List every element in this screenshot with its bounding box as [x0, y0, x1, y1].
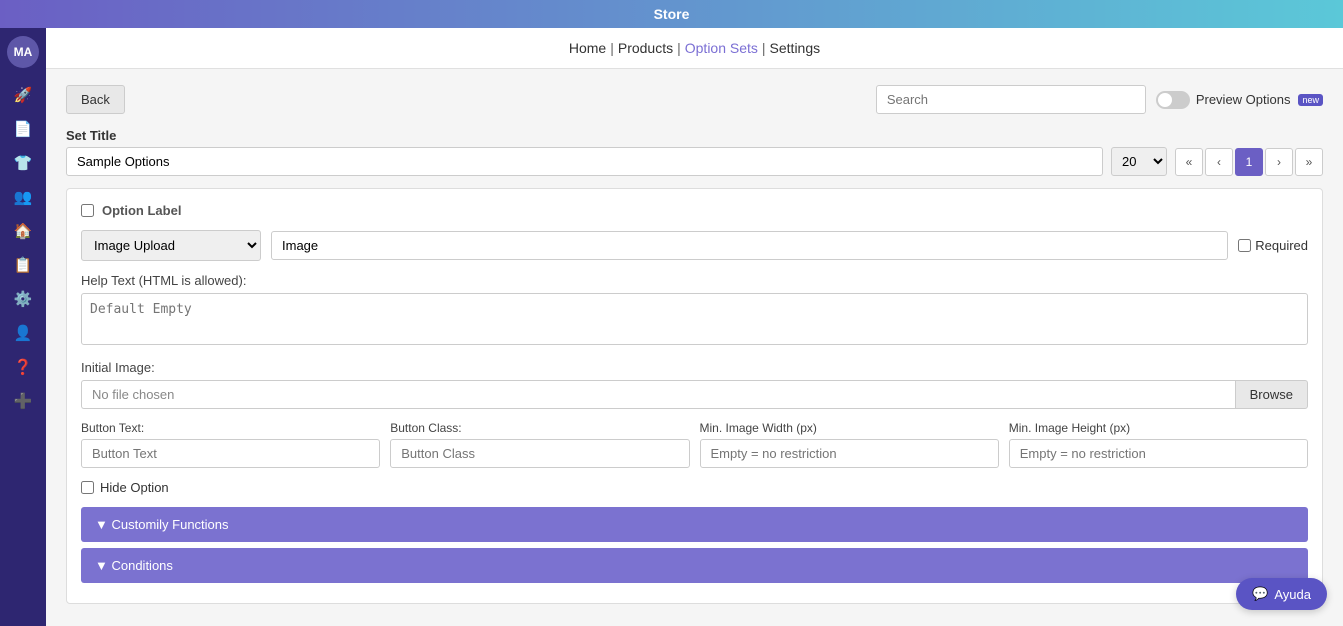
nav-sep-2: | [677, 40, 681, 56]
pagination-last[interactable]: » [1295, 148, 1323, 176]
set-title-row: Set Title 20 50 100 « ‹ 1 › » [66, 128, 1323, 176]
ayuda-label: Ayuda [1274, 587, 1311, 602]
conditions-label: ▼ Conditions [95, 558, 173, 573]
required-label: Required [1255, 238, 1308, 253]
min-height-input[interactable] [1009, 439, 1308, 468]
min-width-label: Min. Image Width (px) [700, 421, 999, 435]
option-type-select[interactable]: Image Upload Text Select [81, 230, 261, 261]
help-text-label: Help Text (HTML is allowed): [81, 273, 1308, 288]
button-text-label: Button Text: [81, 421, 380, 435]
ayuda-button[interactable]: 💬 Ayuda [1236, 578, 1327, 610]
sidebar-icon-list[interactable]: 📋 [10, 252, 36, 278]
per-page-select[interactable]: 20 50 100 [1111, 147, 1167, 176]
pagination-prev[interactable]: ‹ [1205, 148, 1233, 176]
option-label-heading: Option Label [102, 203, 181, 218]
min-width-input[interactable] [700, 439, 999, 468]
search-input[interactable] [876, 85, 1146, 114]
customily-functions-label: ▼ Customily Functions [95, 517, 229, 532]
nav-products[interactable]: Products [618, 40, 673, 56]
sidebar-icon-help[interactable]: ❓ [10, 354, 36, 380]
avatar[interactable]: MA [7, 36, 39, 68]
button-class-input[interactable] [390, 439, 689, 468]
back-button[interactable]: Back [66, 85, 125, 114]
nav-settings[interactable]: Settings [770, 40, 821, 56]
pagination-next[interactable]: › [1265, 148, 1293, 176]
sidebar-icon-document[interactable]: 📄 [10, 116, 36, 142]
preview-options-toggle[interactable] [1156, 91, 1190, 109]
pagination-first[interactable]: « [1175, 148, 1203, 176]
button-text-group: Button Text: [81, 421, 380, 468]
required-row: Required [1238, 238, 1308, 253]
option-type-row: Image Upload Text Select Required [81, 230, 1308, 261]
option-label-input[interactable] [271, 231, 1228, 260]
help-text-input[interactable] [81, 293, 1308, 345]
set-title-label: Set Title [66, 128, 1323, 143]
nav-bar: Home | Products | Option Sets | Settings [46, 28, 1343, 69]
nav-home[interactable]: Home [569, 40, 606, 56]
set-title-input[interactable] [66, 147, 1103, 176]
sidebar-icon-store[interactable]: 🏠 [10, 218, 36, 244]
page-content: Back Preview Options new Set Title 20 [46, 69, 1343, 626]
new-badge: new [1298, 94, 1323, 106]
fields-row: Button Text: Button Class: Min. Image Wi… [81, 421, 1308, 468]
preview-toggle: Preview Options new [1156, 91, 1323, 109]
browse-button[interactable]: Browse [1235, 380, 1308, 409]
nav-sep-1: | [610, 40, 614, 56]
button-class-group: Button Class: [390, 421, 689, 468]
hide-option-checkbox[interactable] [81, 481, 94, 494]
hide-option-label: Hide Option [100, 480, 169, 495]
sidebar-icon-user[interactable]: 👤 [10, 320, 36, 346]
hide-option-row: Hide Option [81, 480, 1308, 495]
search-preview-area: Preview Options new [876, 85, 1323, 114]
min-height-group: Min. Image Height (px) [1009, 421, 1308, 468]
sidebar-icon-add[interactable]: ➕ [10, 388, 36, 414]
sidebar-icon-rocket[interactable]: 🚀 [10, 82, 36, 108]
button-class-label: Button Class: [390, 421, 689, 435]
nav-option-sets[interactable]: Option Sets [685, 40, 758, 56]
pagination-current[interactable]: 1 [1235, 148, 1263, 176]
file-display: No file chosen [81, 380, 1235, 409]
sidebar: MA 🚀 📄 👕 👥 🏠 📋 ⚙️ 👤 ❓ ➕ [0, 28, 46, 626]
chat-icon: 💬 [1252, 586, 1268, 602]
top-bar: Store [0, 0, 1343, 28]
set-title-controls: 20 50 100 « ‹ 1 › » [66, 147, 1323, 176]
file-input-row: No file chosen Browse [81, 380, 1308, 409]
min-width-group: Min. Image Width (px) [700, 421, 999, 468]
initial-image-label: Initial Image: [81, 360, 1308, 375]
app-title: Store [654, 6, 690, 22]
option-card: Option Label Image Upload Text Select Re… [66, 188, 1323, 604]
nav-sep-3: | [762, 40, 766, 56]
required-checkbox[interactable] [1238, 239, 1251, 252]
option-select-checkbox[interactable] [81, 204, 94, 217]
customily-functions-accordion[interactable]: ▼ Customily Functions [81, 507, 1308, 542]
toolbar-row: Back Preview Options new [66, 85, 1323, 114]
min-height-label: Min. Image Height (px) [1009, 421, 1308, 435]
pagination: « ‹ 1 › » [1175, 148, 1323, 176]
preview-options-label: Preview Options [1196, 92, 1291, 107]
main-content: Home | Products | Option Sets | Settings… [46, 28, 1343, 626]
button-text-input[interactable] [81, 439, 380, 468]
option-header: Option Label [81, 203, 1308, 218]
sidebar-icon-settings[interactable]: ⚙️ [10, 286, 36, 312]
sidebar-icon-shirt[interactable]: 👕 [10, 150, 36, 176]
conditions-accordion[interactable]: ▼ Conditions [81, 548, 1308, 583]
sidebar-icon-users[interactable]: 👥 [10, 184, 36, 210]
